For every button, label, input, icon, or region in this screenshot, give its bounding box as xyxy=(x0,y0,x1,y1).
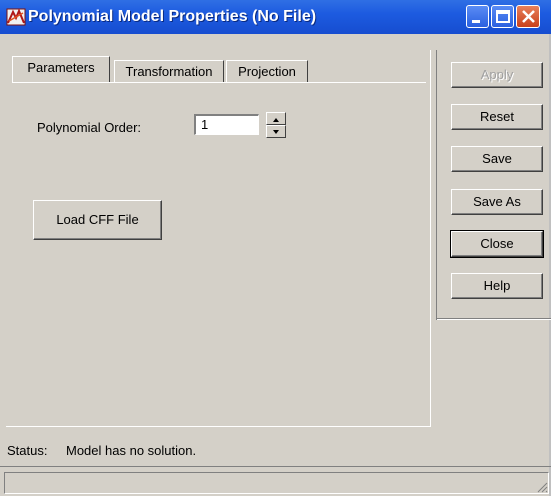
close-button[interactable]: Close xyxy=(450,230,544,258)
save-as-button[interactable]: Save As xyxy=(451,189,543,215)
title-bar[interactable]: Polynomial Model Properties (No File) xyxy=(0,0,551,34)
apply-button[interactable]: Apply xyxy=(451,62,543,88)
stepper-down-button[interactable] xyxy=(266,125,286,138)
separator xyxy=(437,319,551,320)
chevron-up-icon xyxy=(273,118,279,122)
window-title: Polynomial Model Properties (No File) xyxy=(28,8,317,25)
separator xyxy=(436,50,437,320)
polynomial-order-input[interactable]: 1 xyxy=(194,114,259,135)
maximize-icon xyxy=(496,10,510,23)
dialog-window: Polynomial Model Properties (No File) Pa… xyxy=(0,0,551,496)
status-text: Model has no solution. xyxy=(66,443,197,458)
polynomial-order-label: Polynomial Order: xyxy=(37,120,142,135)
close-window-button[interactable] xyxy=(516,5,540,28)
help-button[interactable]: Help xyxy=(451,273,543,299)
load-cff-file-button[interactable]: Load CFF File xyxy=(33,200,162,240)
polynomial-order-stepper[interactable] xyxy=(266,112,286,138)
maximize-button[interactable] xyxy=(491,5,514,28)
status-label: Status: xyxy=(7,443,48,458)
resize-grip-icon[interactable] xyxy=(535,480,549,494)
status-bar-panel xyxy=(4,472,549,494)
stepper-up-button[interactable] xyxy=(266,112,286,125)
tab-parameters[interactable]: Parameters xyxy=(12,56,110,82)
reset-button[interactable]: Reset xyxy=(451,104,543,130)
save-button[interactable]: Save xyxy=(451,146,543,172)
chevron-down-icon xyxy=(273,130,279,134)
minimize-button[interactable] xyxy=(466,5,489,28)
close-icon xyxy=(522,10,535,23)
app-icon xyxy=(6,8,26,26)
minimize-icon xyxy=(472,20,480,23)
